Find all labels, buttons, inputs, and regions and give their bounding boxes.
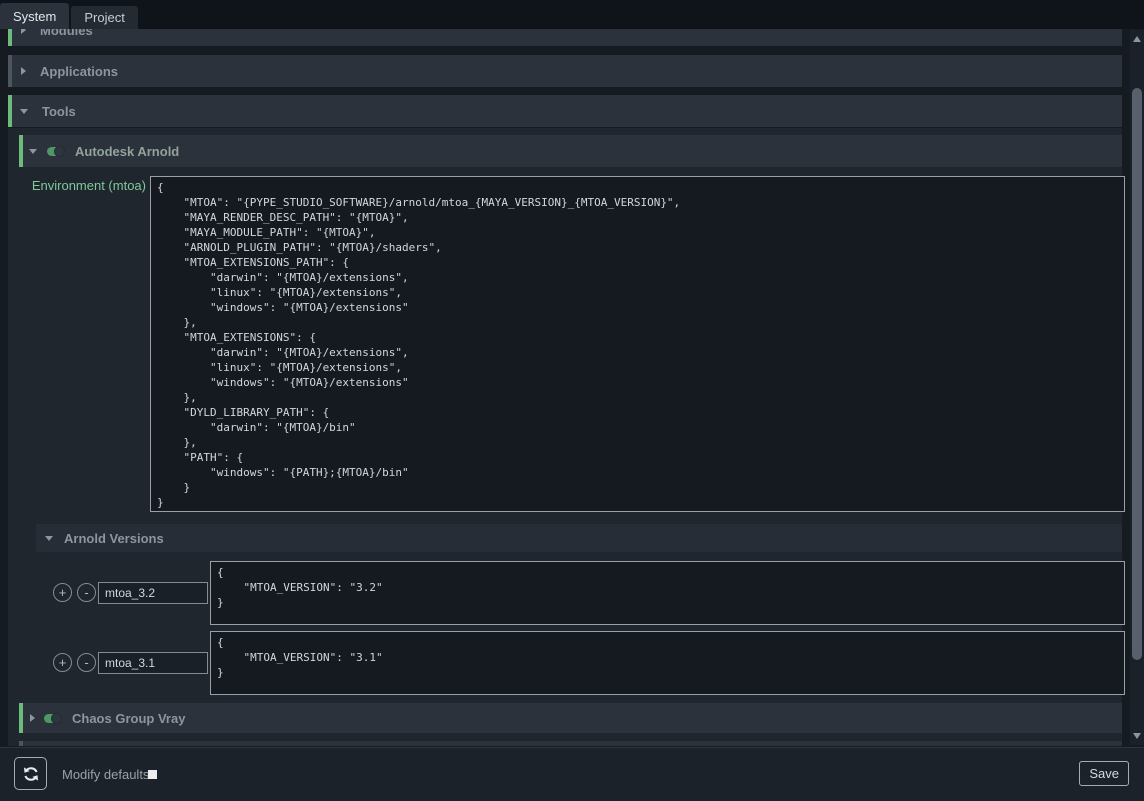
section-header-modules[interactable]: Modules: [8, 29, 1122, 46]
environment-mtoa-textarea[interactable]: { "MTOA": "{PYPE_STUDIO_SOFTWARE}/arnold…: [150, 176, 1125, 512]
arnold-enabled-toggle[interactable]: [47, 147, 64, 156]
version-key-input[interactable]: [98, 582, 208, 604]
arnold-title: Autodesk Arnold: [75, 144, 179, 159]
refresh-button[interactable]: [14, 757, 47, 790]
modules-accent-bar: [8, 29, 12, 46]
modify-defaults-checkbox[interactable]: [148, 770, 157, 779]
environment-mtoa-label: Environment (mtoa): [8, 178, 146, 193]
version-json-textarea[interactable]: { "MTOA_VERSION": "3.2" }: [210, 561, 1125, 625]
applications-title: Applications: [40, 64, 118, 79]
section-header-arnold-versions[interactable]: Arnold Versions: [36, 524, 1122, 552]
vray-toggle-knob: [51, 713, 62, 724]
tab-project-label: Project: [84, 10, 124, 25]
scrollbar-down-arrow-icon[interactable]: [1133, 733, 1141, 739]
save-button[interactable]: Save: [1079, 761, 1129, 786]
remove-item-button[interactable]: -: [77, 653, 96, 672]
arnold-toggle-knob: [54, 146, 65, 157]
modify-defaults-label: Modify defaults: [62, 748, 149, 801]
tools-title: Tools: [42, 104, 76, 119]
vray-enabled-toggle[interactable]: [44, 714, 61, 723]
vertical-scrollbar[interactable]: [1130, 30, 1144, 745]
next-section-header-clipped[interactable]: [19, 741, 1122, 746]
modules-expand-arrow-icon[interactable]: [21, 29, 26, 34]
add-item-button[interactable]: +: [53, 583, 72, 602]
tools-collapse-arrow-icon[interactable]: [20, 109, 28, 114]
applications-accent-bar: [8, 55, 12, 87]
section-header-tools[interactable]: Tools: [8, 95, 1122, 127]
tab-system[interactable]: System: [0, 3, 69, 29]
section-header-applications[interactable]: Applications: [8, 55, 1122, 87]
section-header-chaos-group-vray[interactable]: Chaos Group Vray: [19, 703, 1122, 733]
tools-accent-bar: [8, 95, 12, 127]
footer-bar: Modify defaults Save: [0, 747, 1144, 801]
tab-project[interactable]: Project: [71, 6, 137, 29]
arnold-versions-collapse-arrow-icon[interactable]: [45, 536, 53, 541]
vray-expand-arrow-icon[interactable]: [30, 714, 35, 722]
tab-system-label: System: [13, 9, 56, 24]
refresh-icon: [21, 764, 41, 784]
settings-scroll-area: Modules Applications Tools Autodesk Arno…: [0, 29, 1130, 746]
scrollbar-up-arrow-icon[interactable]: [1133, 36, 1141, 42]
arnold-versions-title: Arnold Versions: [64, 531, 164, 546]
version-key-input[interactable]: [98, 652, 208, 674]
arnold-collapse-arrow-icon[interactable]: [29, 149, 37, 154]
add-item-button[interactable]: +: [53, 653, 72, 672]
section-header-autodesk-arnold[interactable]: Autodesk Arnold: [19, 135, 1122, 167]
tab-bar: System Project: [0, 0, 1144, 29]
version-json-textarea[interactable]: { "MTOA_VERSION": "3.1" }: [210, 631, 1125, 695]
settings-window: System Project Modules Applications Tool…: [0, 0, 1144, 801]
applications-expand-arrow-icon[interactable]: [21, 67, 26, 75]
next-section-accent-bar: [19, 741, 23, 746]
vray-accent-bar: [19, 703, 23, 733]
vray-title: Chaos Group Vray: [72, 711, 185, 726]
scrollbar-thumb[interactable]: [1132, 88, 1142, 660]
arnold-accent-bar: [19, 135, 23, 167]
modules-title: Modules: [40, 29, 93, 38]
remove-item-button[interactable]: -: [77, 583, 96, 602]
